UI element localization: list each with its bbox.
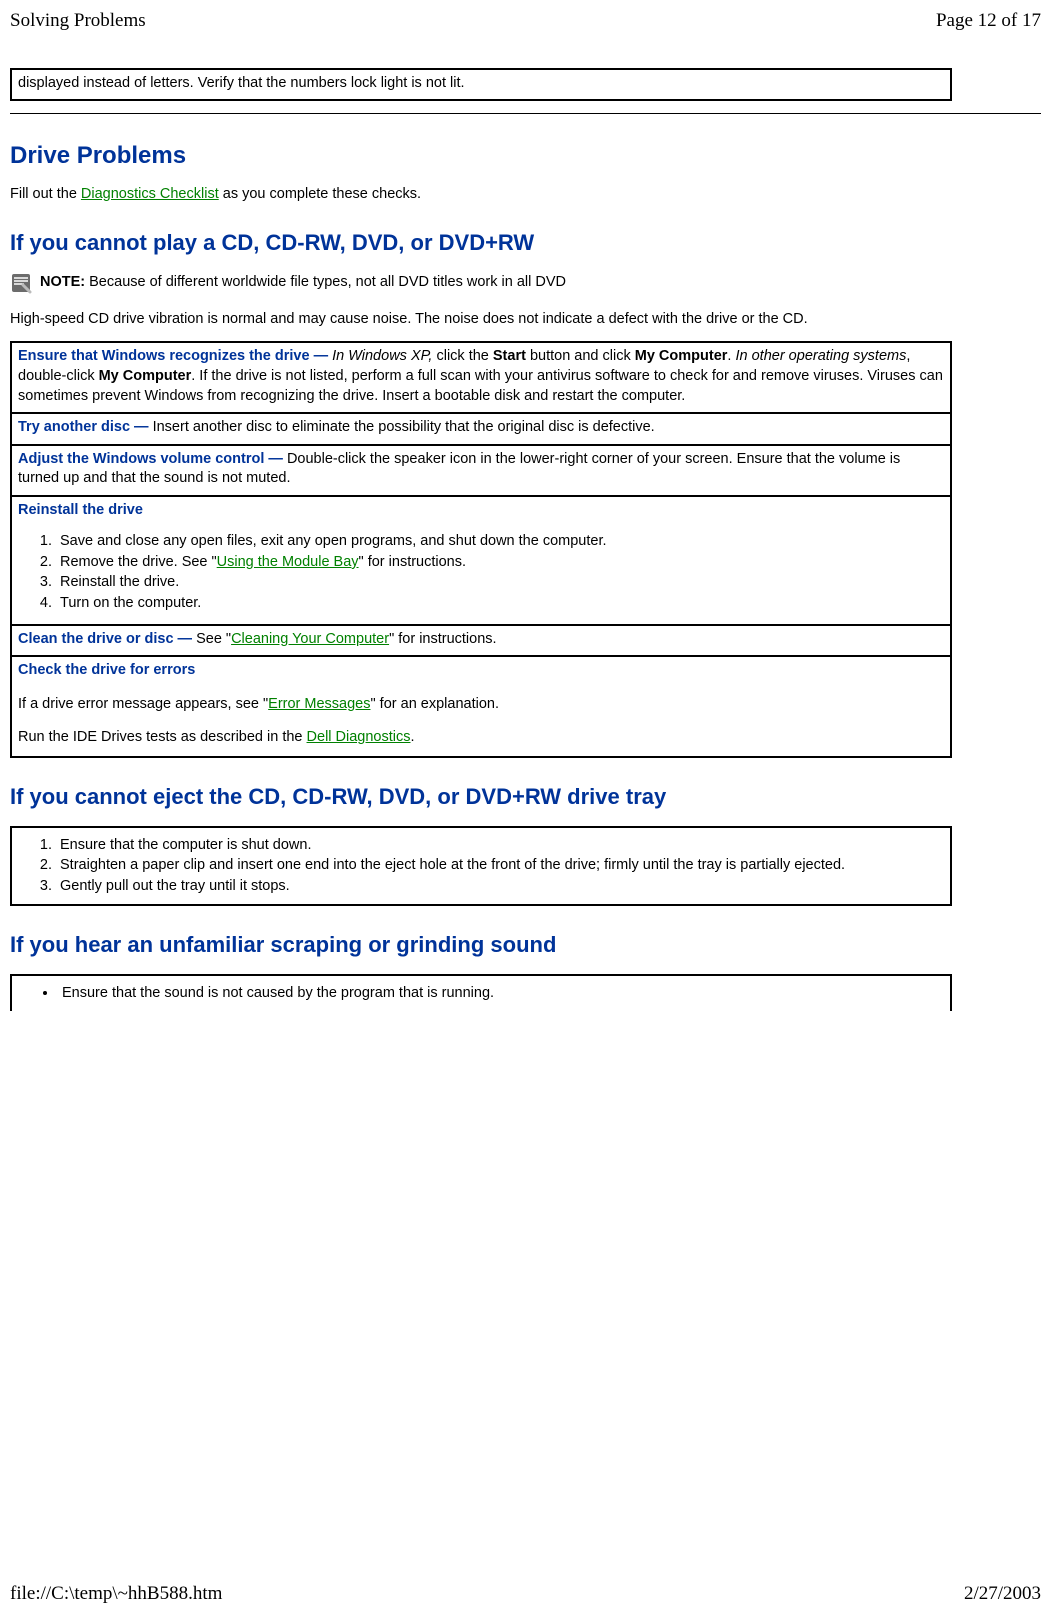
subsection-2-heading: If you cannot eject the CD, CD-RW, DVD, … — [10, 782, 1041, 812]
subsection-3-heading: If you hear an unfamiliar scraping or gr… — [10, 930, 1041, 960]
list-item: Turn on the computer. — [56, 594, 944, 614]
r6-p1-post: " for an explanation. — [371, 696, 499, 712]
r4-li2-pre: Remove the drive. See " — [60, 554, 217, 570]
table-row: Ensure that Windows recognizes the drive… — [11, 342, 951, 413]
r6-p2-pre: Run the IDE Drives tests as described in… — [18, 729, 307, 745]
row3-lead: Adjust the Windows volume control — — [18, 451, 287, 467]
intro-post: as you complete these checks. — [219, 186, 421, 202]
troubleshoot-table-2: Ensure that the computer is shut down. S… — [10, 826, 952, 907]
table-row: Reinstall the drive Save and close any o… — [11, 496, 951, 625]
troubleshoot-table-3: Ensure that the sound is not caused by t… — [10, 974, 952, 1012]
row5-pre: See " — [196, 631, 231, 647]
footer-path: file://C:\temp\~hhB588.htm — [10, 1581, 222, 1607]
row2-text: Insert another disc to eliminate the pos… — [153, 419, 655, 435]
list-item: Save and close any open files, exit any … — [56, 532, 944, 552]
list-item: Gently pull out the tray until it stops. — [56, 877, 944, 897]
row5-post: " for instructions. — [389, 631, 497, 647]
r4-li2-post: " for instructions. — [359, 554, 467, 570]
row1-i2: In other operating systems — [735, 348, 906, 364]
list-item: Ensure that the computer is shut down. — [56, 836, 944, 856]
row1-lead: Ensure that Windows recognizes the drive… — [18, 348, 332, 364]
list-item: Straighten a paper clip and insert one e… — [56, 856, 944, 876]
row1-i1: In Windows XP, — [332, 348, 432, 364]
sub1-para: High-speed CD drive vibration is normal … — [10, 310, 1041, 330]
note-label: NOTE: — [40, 274, 89, 290]
list-item: Ensure that the sound is not caused by t… — [58, 984, 944, 1004]
row6-lead: Check the drive for errors — [18, 662, 195, 678]
table-row: Ensure that the computer is shut down. S… — [11, 827, 951, 906]
note-row: NOTE: Because of different worldwide fil… — [10, 272, 1041, 294]
error-messages-link[interactable]: Error Messages — [268, 696, 370, 712]
table-row: Try another disc — Insert another disc t… — [11, 413, 951, 445]
cleaning-your-computer-link[interactable]: Cleaning Your Computer — [231, 631, 389, 647]
row2-lead: Try another disc — — [18, 419, 153, 435]
r6-p1-pre: If a drive error message appears, see " — [18, 696, 268, 712]
note-icon — [10, 272, 32, 294]
row6-p2: Run the IDE Drives tests as described in… — [18, 728, 944, 748]
doc-title: Solving Problems — [10, 8, 146, 34]
table-row: Check the drive for errors If a drive er… — [11, 656, 951, 757]
row1-b2: My Computer — [635, 348, 728, 364]
subsection-1-heading: If you cannot play a CD, CD-RW, DVD, or … — [10, 228, 1041, 258]
row1-t3: button and click — [526, 348, 635, 364]
row1-b1: Start — [493, 348, 526, 364]
section-divider — [10, 113, 1041, 114]
row1-b3: My Computer — [99, 368, 192, 384]
table-row: Ensure that the sound is not caused by t… — [11, 975, 951, 1012]
note-body: Because of different worldwide file type… — [89, 274, 566, 290]
footer-date: 2/27/2003 — [964, 1581, 1041, 1607]
table-row: Clean the drive or disc — See "Cleaning … — [11, 625, 951, 657]
intro-pre: Fill out the — [10, 186, 81, 202]
row4-lead: Reinstall the drive — [18, 502, 143, 518]
page-number: Page 12 of 17 — [936, 8, 1041, 34]
troubleshoot-table-1: Ensure that Windows recognizes the drive… — [10, 341, 952, 757]
using-module-bay-link[interactable]: Using the Module Bay — [217, 554, 359, 570]
section-intro: Fill out the Diagnostics Checklist as yo… — [10, 185, 1041, 205]
diagnostics-checklist-link[interactable]: Diagnostics Checklist — [81, 186, 219, 202]
row5-lead: Clean the drive or disc — — [18, 631, 196, 647]
dell-diagnostics-link[interactable]: Dell Diagnostics — [307, 729, 411, 745]
row1-t2: click the — [432, 348, 492, 364]
table-row: Adjust the Windows volume control — Doub… — [11, 445, 951, 496]
list-item: Reinstall the drive. — [56, 573, 944, 593]
list-item: Remove the drive. See "Using the Module … — [56, 553, 944, 573]
top-fragment-box: displayed instead of letters. Verify tha… — [10, 68, 952, 102]
note-text: NOTE: Because of different worldwide fil… — [40, 272, 566, 293]
row6-p1: If a drive error message appears, see "E… — [18, 695, 944, 715]
r6-p2-post: . — [411, 729, 415, 745]
section-heading: Drive Problems — [10, 140, 1041, 172]
top-fragment-text: displayed instead of letters. Verify tha… — [11, 69, 951, 101]
